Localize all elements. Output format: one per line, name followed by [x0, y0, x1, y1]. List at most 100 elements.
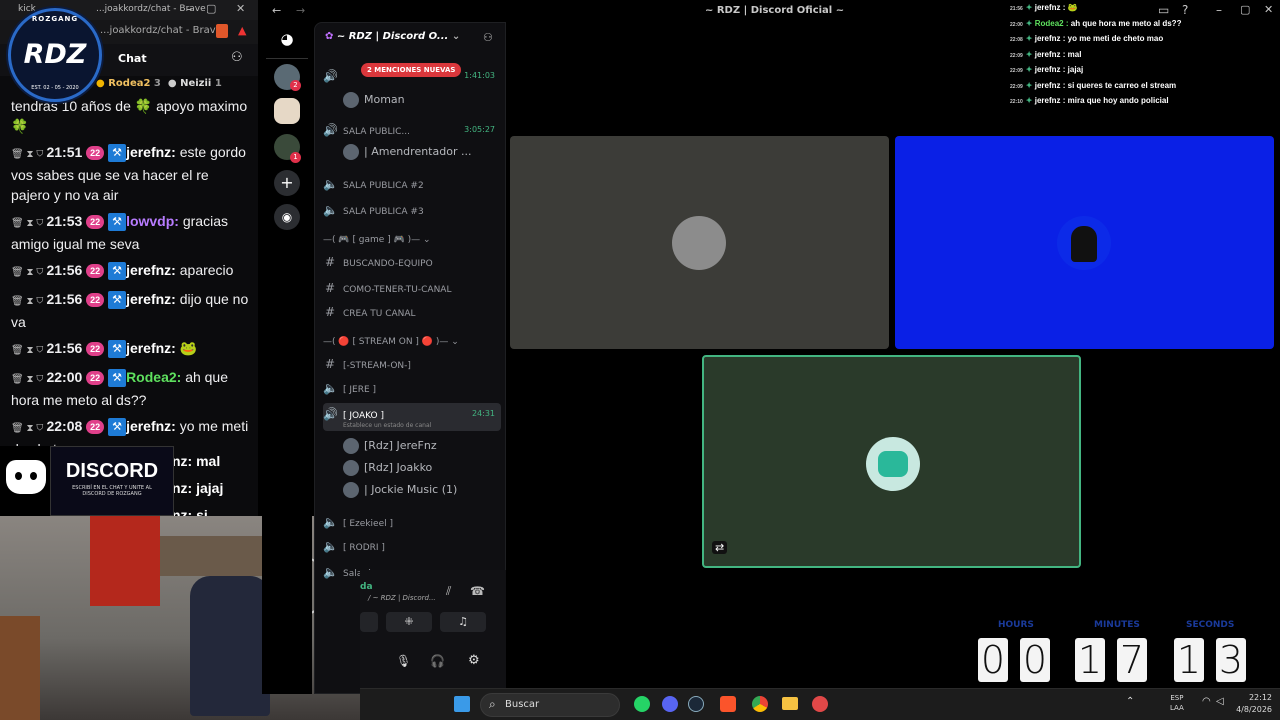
alert-icon[interactable]: ▲	[238, 24, 246, 37]
chat-message-list[interactable]: tendras 10 años de 🍀 apoyo maximo 🍀 🗑 ⧗ ⛉…	[0, 94, 258, 463]
wifi-icon[interactable]: ◠	[1202, 696, 1211, 707]
channel-icon: 🔊	[323, 69, 338, 83]
back-arrow-icon[interactable]: ←	[272, 4, 281, 17]
hammer-badge-icon: ⚒	[108, 418, 127, 437]
rdz-logo: ROZGANG RDZ EST. 02 - 05 - 2020	[8, 8, 102, 102]
user-settings-icon[interactable]: ⚇	[231, 50, 243, 65]
volume-icon[interactable]: ◁	[1216, 696, 1224, 707]
channel-item[interactable]: 🔈 SALA PUBLICA #2	[323, 173, 501, 195]
windows-start-icon[interactable]	[454, 696, 470, 712]
user-avatar	[343, 460, 359, 476]
trash-icon: 🗑 ⧗ ⛉	[11, 345, 44, 356]
server-name[interactable]: ✿ ~ RDZ | Discord O... ⌄	[325, 31, 460, 42]
discord-logo-icon	[6, 460, 46, 494]
voice-status: da	[360, 582, 373, 592]
clock[interactable]: 22:12 4/8/2026	[1232, 692, 1272, 716]
maximize-icon[interactable]: ▢	[206, 2, 216, 15]
brave-icon[interactable]	[720, 696, 736, 712]
hammer-badge-icon: ⚒	[108, 213, 127, 232]
participant-tile-3-speaking[interactable]: ⇄	[702, 355, 1081, 568]
trash-icon: 🗑 ⧗ ⛉	[11, 267, 44, 278]
sub-badge: 22	[86, 146, 105, 161]
gaming-chair	[190, 576, 270, 716]
channel-item[interactable]: 🔈[ RODRI ]	[323, 535, 501, 557]
steam-icon[interactable]	[688, 696, 704, 712]
channel-item[interactable]: 🔈 SALA PUBLICA #3	[323, 199, 501, 221]
sub-badge: 22	[86, 420, 105, 435]
overlay-message: 21:56 ✦ jerefnz : 🐸	[1010, 3, 1078, 12]
participant-tile-2[interactable]	[895, 136, 1274, 349]
settings-gear-icon[interactable]: ⚙	[468, 653, 480, 668]
chat-message: 🗑 ⧗ ⛉ 22:00 22 ⚒ Rodea2: ah que hora me me…	[11, 369, 229, 408]
close-icon[interactable]: ✕	[236, 2, 245, 15]
channel-icon: 🔊	[323, 407, 338, 421]
channel-category[interactable]: —( 🔴 [ STREAM ON ] 🔴 )— ⌄	[323, 331, 501, 353]
channel-item[interactable]: 🔈[ Ezekieel ]	[323, 511, 501, 533]
stream-icon[interactable]: ⇄	[712, 541, 728, 554]
search-box[interactable]: ⌕ Buscar	[480, 693, 620, 717]
app-icon[interactable]	[812, 696, 828, 712]
add-member-icon[interactable]: ⚇	[483, 31, 493, 44]
disconnect-icon[interactable]: ☎	[470, 584, 485, 598]
channel-category[interactable]: —( 🎮 [ game ] 🎮 )— ⌄	[323, 229, 501, 251]
chat-message: 🗑 ⧗ ⛉ 21:56 22 ⚒ jerefnz: dijo que no va	[11, 291, 249, 330]
channel-item[interactable]: # BUSCANDO-EQUIPO	[323, 251, 501, 273]
mic-icon[interactable]: 🎙	[396, 654, 411, 668]
user-avatar	[343, 144, 359, 160]
timer-digit-6: 3	[1216, 638, 1246, 682]
headphones-icon[interactable]: 🎧	[430, 654, 445, 668]
channel-icon: #	[324, 255, 336, 269]
forward-arrow-icon[interactable]: →	[296, 4, 305, 17]
sub-badge: 22	[86, 264, 105, 279]
channel-item[interactable]: 🔊 SALA PUBLIC... 3:05:27	[323, 119, 501, 141]
voice-user[interactable]: [Rdz] Joakko	[343, 459, 432, 477]
explore-icon[interactable]: ◉	[274, 204, 300, 230]
channel-icon: 🔈	[323, 539, 338, 553]
partial-msg-2: nz: jajaj	[172, 480, 224, 496]
add-server-icon[interactable]: +	[274, 170, 300, 196]
top-user-2-count: 1	[214, 78, 222, 89]
hammer-badge-icon: ⚒	[108, 340, 127, 359]
discord-home-icon[interactable]: ◕	[274, 26, 300, 52]
participant-tile-1[interactable]	[510, 136, 889, 349]
discord-taskbar-icon[interactable]	[662, 696, 678, 712]
channel-item[interactable]: 🔊[ JOAKO ] 24:31 Establece un estado de ca…	[323, 403, 501, 431]
voice-user[interactable]: | Amendrentador ...	[343, 143, 471, 161]
overlay-message: 22:08 ✦ jerefnz : yo me meti de cheto mao	[1010, 34, 1164, 43]
trash-icon: 🗑 ⧗ ⛉	[11, 149, 44, 160]
participant-avatar-1	[672, 216, 726, 270]
channel-item[interactable]: 🔊 1:41:03	[323, 65, 501, 87]
top-user-1: Rodea2	[108, 78, 151, 89]
hammer-badge-icon: ⚒	[108, 369, 127, 388]
trash-icon: 🗑 ⧗ ⛉	[11, 218, 44, 229]
sub-badge: 22	[86, 371, 105, 386]
minimize-icon[interactable]: –	[186, 2, 192, 16]
explorer-icon[interactable]	[782, 697, 798, 710]
language-indicator[interactable]: ESP LAA	[1170, 693, 1184, 713]
channel-item[interactable]: # [-STREAM-ON-]	[323, 353, 501, 375]
activities-button[interactable]: ⁜	[386, 612, 432, 632]
voice-channel: / ~ RDZ | Discord...	[368, 594, 436, 602]
noise-icon[interactable]: ⫽	[446, 584, 451, 599]
top-supporters: ● Rodea2 3 ● Neizii 1	[96, 78, 222, 89]
voice-user[interactable]: | Jockie Music (1)	[343, 481, 457, 499]
timer-digit-4: 7	[1117, 638, 1147, 682]
chrome-icon[interactable]	[752, 696, 768, 712]
soundboard-button[interactable]: ♫	[440, 612, 486, 632]
poster	[90, 516, 160, 606]
camera-button[interactable]	[360, 612, 378, 632]
discord-ad: DISCORD ESCRIBÍ EN EL CHAT Y UNITE AL DI…	[0, 446, 174, 516]
channel-item[interactable]: # CREA TU CANAL	[323, 301, 501, 323]
server-icon-2[interactable]	[274, 98, 300, 124]
channel-item[interactable]: # COMO-TENER-TU-CANAL	[323, 277, 501, 299]
channel-icon: 🔈	[323, 381, 338, 395]
voice-user[interactable]: [Rdz] JereFnz	[343, 437, 437, 455]
sub-badge: 22	[86, 215, 105, 230]
tray-chevron-icon[interactable]: ⌃	[1126, 696, 1134, 707]
channel-item[interactable]: 🔈[ JERE ]	[323, 377, 501, 399]
top-user-2: Neizii	[180, 78, 212, 89]
logo-text: RDZ	[23, 39, 87, 70]
whatsapp-icon[interactable]	[634, 696, 650, 712]
brave-shield-icon[interactable]	[216, 24, 228, 38]
voice-user[interactable]: Moman	[343, 91, 405, 109]
